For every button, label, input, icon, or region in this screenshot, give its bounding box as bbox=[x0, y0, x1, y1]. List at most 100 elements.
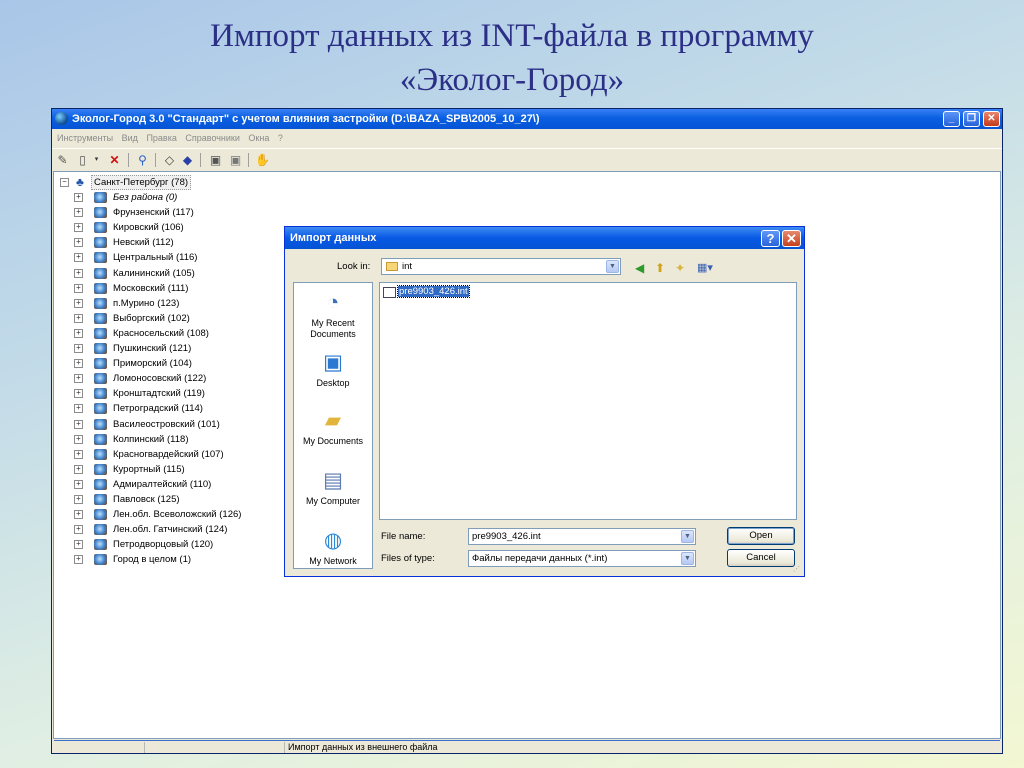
expand-icon[interactable]: + bbox=[74, 313, 83, 323]
edit-icon[interactable]: ✎ bbox=[55, 153, 70, 167]
look-in-select[interactable]: int ▼ bbox=[381, 258, 621, 275]
tree-item-label[interactable]: Адмиралтейский (110) bbox=[113, 477, 211, 492]
menu-tools[interactable]: Инструменты bbox=[57, 133, 113, 143]
tree-item-label[interactable]: Город в целом (1) bbox=[113, 552, 191, 567]
tree-item-label[interactable]: Красносельский (108) bbox=[113, 326, 209, 341]
globe-icon[interactable] bbox=[55, 112, 68, 125]
close-button[interactable]: ✕ bbox=[983, 111, 1000, 127]
tree-item-label[interactable]: Приморский (104) bbox=[113, 356, 192, 371]
tree-item-label[interactable]: Лен.обл. Гатчинский (124) bbox=[113, 522, 227, 537]
chevron-down-icon[interactable]: ▼ bbox=[606, 260, 619, 273]
view-menu-icon[interactable]: ▦▾ bbox=[697, 261, 713, 275]
expand-icon[interactable]: + bbox=[74, 253, 83, 263]
menu-windows[interactable]: Окна bbox=[248, 133, 269, 143]
new-document-icon[interactable]: ▯ bbox=[75, 153, 90, 167]
map-layer-icon bbox=[94, 493, 107, 505]
expand-icon[interactable]: + bbox=[74, 223, 83, 233]
expand-icon[interactable]: + bbox=[74, 479, 83, 489]
app-titlebar[interactable]: Эколог-Город 3.0 "Стандарт" с учетом вли… bbox=[52, 109, 1002, 129]
file-name-item[interactable]: pre9903_426.int bbox=[397, 285, 470, 298]
tree-item-label[interactable]: п.Мурино (123) bbox=[113, 296, 179, 311]
expand-icon[interactable]: + bbox=[74, 389, 83, 399]
tree-item-label[interactable]: Петродворцовый (120) bbox=[113, 537, 213, 552]
menu-view[interactable]: Вид bbox=[122, 133, 138, 143]
list-item[interactable]: pre9903_426.int bbox=[383, 285, 470, 298]
resize-grip-icon[interactable]: ⋰ bbox=[793, 565, 802, 574]
chevron-down-icon[interactable]: ▾ bbox=[89, 153, 104, 167]
tree-item-label[interactable]: Центральный (116) bbox=[113, 250, 197, 265]
tree-item-label[interactable]: Павловск (125) bbox=[113, 492, 180, 507]
tree-item-label[interactable]: Кронштадтский (119) bbox=[113, 386, 205, 401]
menu-edit[interactable]: Правка bbox=[146, 133, 176, 143]
back-icon[interactable]: ◀ bbox=[635, 261, 644, 275]
expand-icon[interactable]: + bbox=[74, 374, 83, 384]
tree-item-label[interactable]: Колпинский (118) bbox=[113, 432, 188, 447]
tree-item-label[interactable]: Пушкинский (121) bbox=[113, 341, 191, 356]
eraser-icon[interactable]: ◇ bbox=[162, 153, 177, 167]
cancel-button[interactable]: Cancel bbox=[727, 549, 795, 567]
export-icon[interactable]: ▣ bbox=[228, 153, 243, 167]
expand-icon[interactable]: + bbox=[74, 268, 83, 278]
place-my-computer[interactable]: ▤ My Computer bbox=[294, 469, 372, 507]
expand-icon[interactable]: + bbox=[74, 434, 83, 444]
expand-icon[interactable]: + bbox=[74, 449, 83, 459]
expand-icon[interactable]: + bbox=[74, 540, 83, 550]
up-folder-icon[interactable]: ⬆ bbox=[655, 261, 665, 275]
expand-icon[interactable]: + bbox=[74, 359, 83, 369]
hand-icon[interactable]: ✋ bbox=[255, 153, 270, 167]
tree-add-icon[interactable]: ⚲ bbox=[135, 153, 150, 167]
tree-item-label[interactable]: Ломоносовский (122) bbox=[113, 371, 206, 386]
expand-icon[interactable]: + bbox=[74, 328, 83, 338]
expand-icon[interactable]: + bbox=[74, 555, 83, 565]
tree-item-label[interactable]: Красногвардейский (107) bbox=[113, 447, 224, 462]
place-recent[interactable]: ◔ My Recent Documents bbox=[294, 291, 372, 340]
expand-icon[interactable]: + bbox=[74, 510, 83, 520]
tree-item-label[interactable]: Московский (111) bbox=[113, 281, 188, 296]
collapse-icon[interactable]: − bbox=[60, 178, 69, 187]
dialog-close-button[interactable]: ✕ bbox=[782, 230, 801, 247]
open-button[interactable]: Open bbox=[727, 527, 795, 545]
dialog-titlebar[interactable]: Импорт данных ? ✕ bbox=[285, 227, 804, 249]
my-network-icon: ◍ bbox=[323, 529, 343, 552]
chevron-down-icon[interactable]: ▼ bbox=[681, 552, 694, 565]
expand-icon[interactable]: + bbox=[74, 344, 83, 354]
place-my-documents[interactable]: ▰ My Documents bbox=[294, 409, 372, 447]
place-my-network[interactable]: ◍ My Network bbox=[294, 529, 372, 567]
menu-references[interactable]: Справочники bbox=[185, 133, 240, 143]
file-type-select[interactable]: Файлы передачи данных (*.int) ▼ bbox=[468, 550, 696, 567]
expand-icon[interactable]: + bbox=[74, 298, 83, 308]
import-icon[interactable]: ▣ bbox=[208, 153, 223, 167]
tree-item-label[interactable]: Петроградский (114) bbox=[113, 401, 203, 416]
help-button[interactable]: ? bbox=[761, 230, 780, 247]
minimize-button[interactable]: _ bbox=[943, 111, 960, 127]
expand-icon[interactable]: + bbox=[74, 494, 83, 504]
expand-icon[interactable]: + bbox=[74, 525, 83, 535]
tree-item-label[interactable]: Курортный (115) bbox=[113, 462, 185, 477]
file-name-input[interactable]: pre9903_426.int ▼ bbox=[468, 528, 696, 545]
tree-item-label[interactable]: Василеостровский (101) bbox=[113, 417, 220, 432]
file-list[interactable]: pre9903_426.int bbox=[379, 282, 797, 520]
new-folder-icon[interactable]: ✦ bbox=[675, 261, 685, 275]
expand-icon[interactable]: + bbox=[74, 238, 83, 248]
tree-item-label[interactable]: Лен.обл. Всеволожский (126) bbox=[113, 507, 241, 522]
chevron-down-icon[interactable]: ▼ bbox=[681, 530, 694, 543]
expand-icon[interactable]: + bbox=[74, 193, 83, 203]
delete-icon[interactable]: ✕ bbox=[107, 153, 122, 167]
tree-item-label[interactable]: Без района (0) bbox=[113, 190, 177, 205]
tree-item-label[interactable]: Калининский (105) bbox=[113, 266, 195, 281]
menu-help[interactable]: ? bbox=[278, 133, 283, 143]
map-layer-icon bbox=[94, 509, 107, 521]
place-desktop[interactable]: ▣ Desktop bbox=[294, 351, 372, 389]
tree-item-label[interactable]: Фрунзенский (117) bbox=[113, 205, 194, 220]
eraser-filled-icon[interactable]: ◆ bbox=[180, 153, 195, 167]
expand-icon[interactable]: + bbox=[74, 464, 83, 474]
expand-icon[interactable]: + bbox=[74, 208, 83, 218]
tree-item-label[interactable]: Выборгский (102) bbox=[113, 311, 190, 326]
maximize-button[interactable]: ❐ bbox=[963, 111, 980, 127]
tree-item-label[interactable]: Невский (112) bbox=[113, 235, 174, 250]
tree-item-label[interactable]: Кировский (106) bbox=[113, 220, 184, 235]
expand-icon[interactable]: + bbox=[74, 404, 83, 414]
tree-root-label[interactable]: Санкт-Петербург (78) bbox=[91, 175, 192, 190]
expand-icon[interactable]: + bbox=[74, 283, 83, 293]
expand-icon[interactable]: + bbox=[74, 419, 83, 429]
